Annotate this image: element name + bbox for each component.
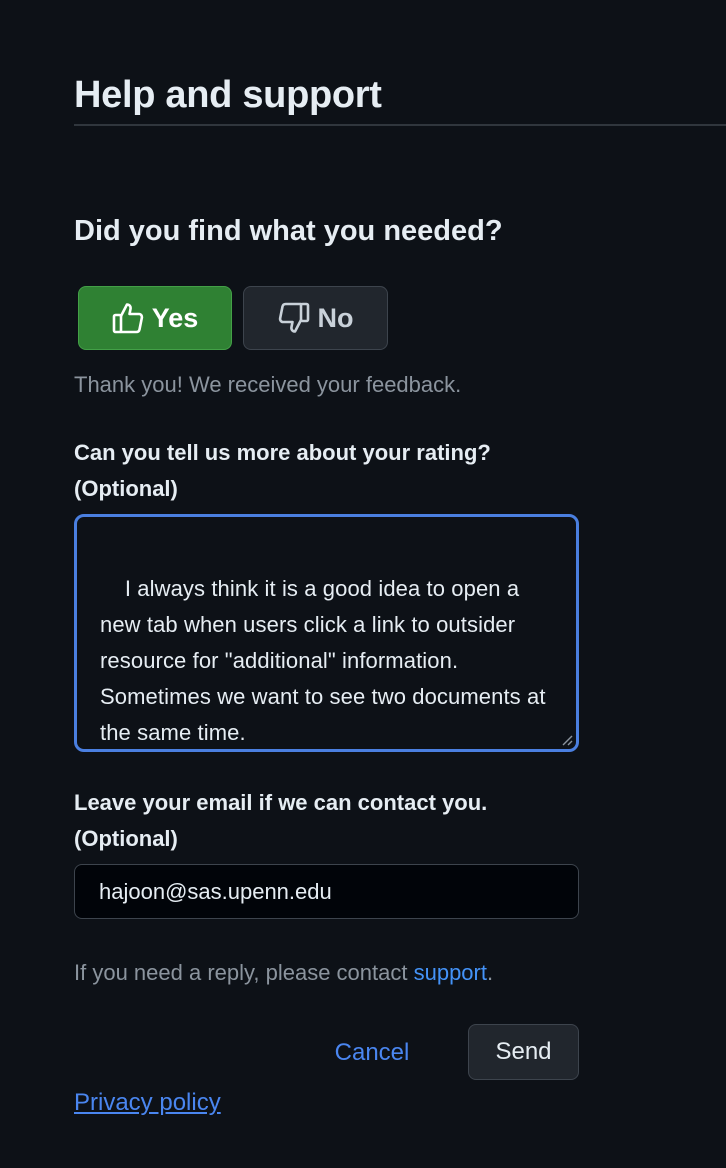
no-label: No: [317, 302, 354, 333]
reply-note: If you need a reply, please contact supp…: [74, 958, 493, 988]
send-button[interactable]: Send: [468, 1024, 579, 1080]
rating-details-label-line1: Can you tell us more about your rating?: [74, 440, 491, 465]
help-support-page: Help and support Did you find what you n…: [0, 0, 726, 1168]
page-title: Help and support: [74, 74, 382, 116]
yes-label: Yes: [151, 302, 199, 333]
feedback-question: Did you find what you needed?: [74, 215, 503, 247]
email-label-line1: Leave your email if we can contact you.: [74, 790, 488, 815]
rating-details-label-line2: (Optional): [74, 476, 178, 501]
email-label-line2: (Optional): [74, 826, 178, 851]
email-field[interactable]: hajoon@sas.upenn.edu: [74, 864, 579, 919]
rating-details-textarea[interactable]: I always think it is a good idea to open…: [74, 514, 579, 752]
email-label: Leave your email if we can contact you. …: [74, 785, 594, 857]
resize-handle-icon[interactable]: [561, 734, 573, 746]
rating-details-label: Can you tell us more about your rating? …: [74, 435, 594, 507]
yes-button[interactable]: Yes: [78, 286, 232, 350]
rating-details-text: I always think it is a good idea to open…: [100, 576, 552, 745]
privacy-policy-link[interactable]: Privacy policy: [74, 1088, 221, 1118]
support-link[interactable]: support: [414, 960, 487, 985]
divider: [74, 124, 726, 126]
cancel-button[interactable]: Cancel: [322, 1026, 422, 1080]
no-button[interactable]: No: [243, 286, 388, 350]
thumbs-up-icon: [112, 301, 144, 335]
reply-note-suffix: .: [486, 960, 494, 985]
thumbs-down-icon: [278, 301, 310, 335]
email-value: hajoon@sas.upenn.edu: [99, 878, 332, 904]
feedback-confirmation: Thank you! We received your feedback.: [74, 372, 462, 397]
reply-note-prefix: If you need a reply, please contact: [74, 960, 414, 985]
